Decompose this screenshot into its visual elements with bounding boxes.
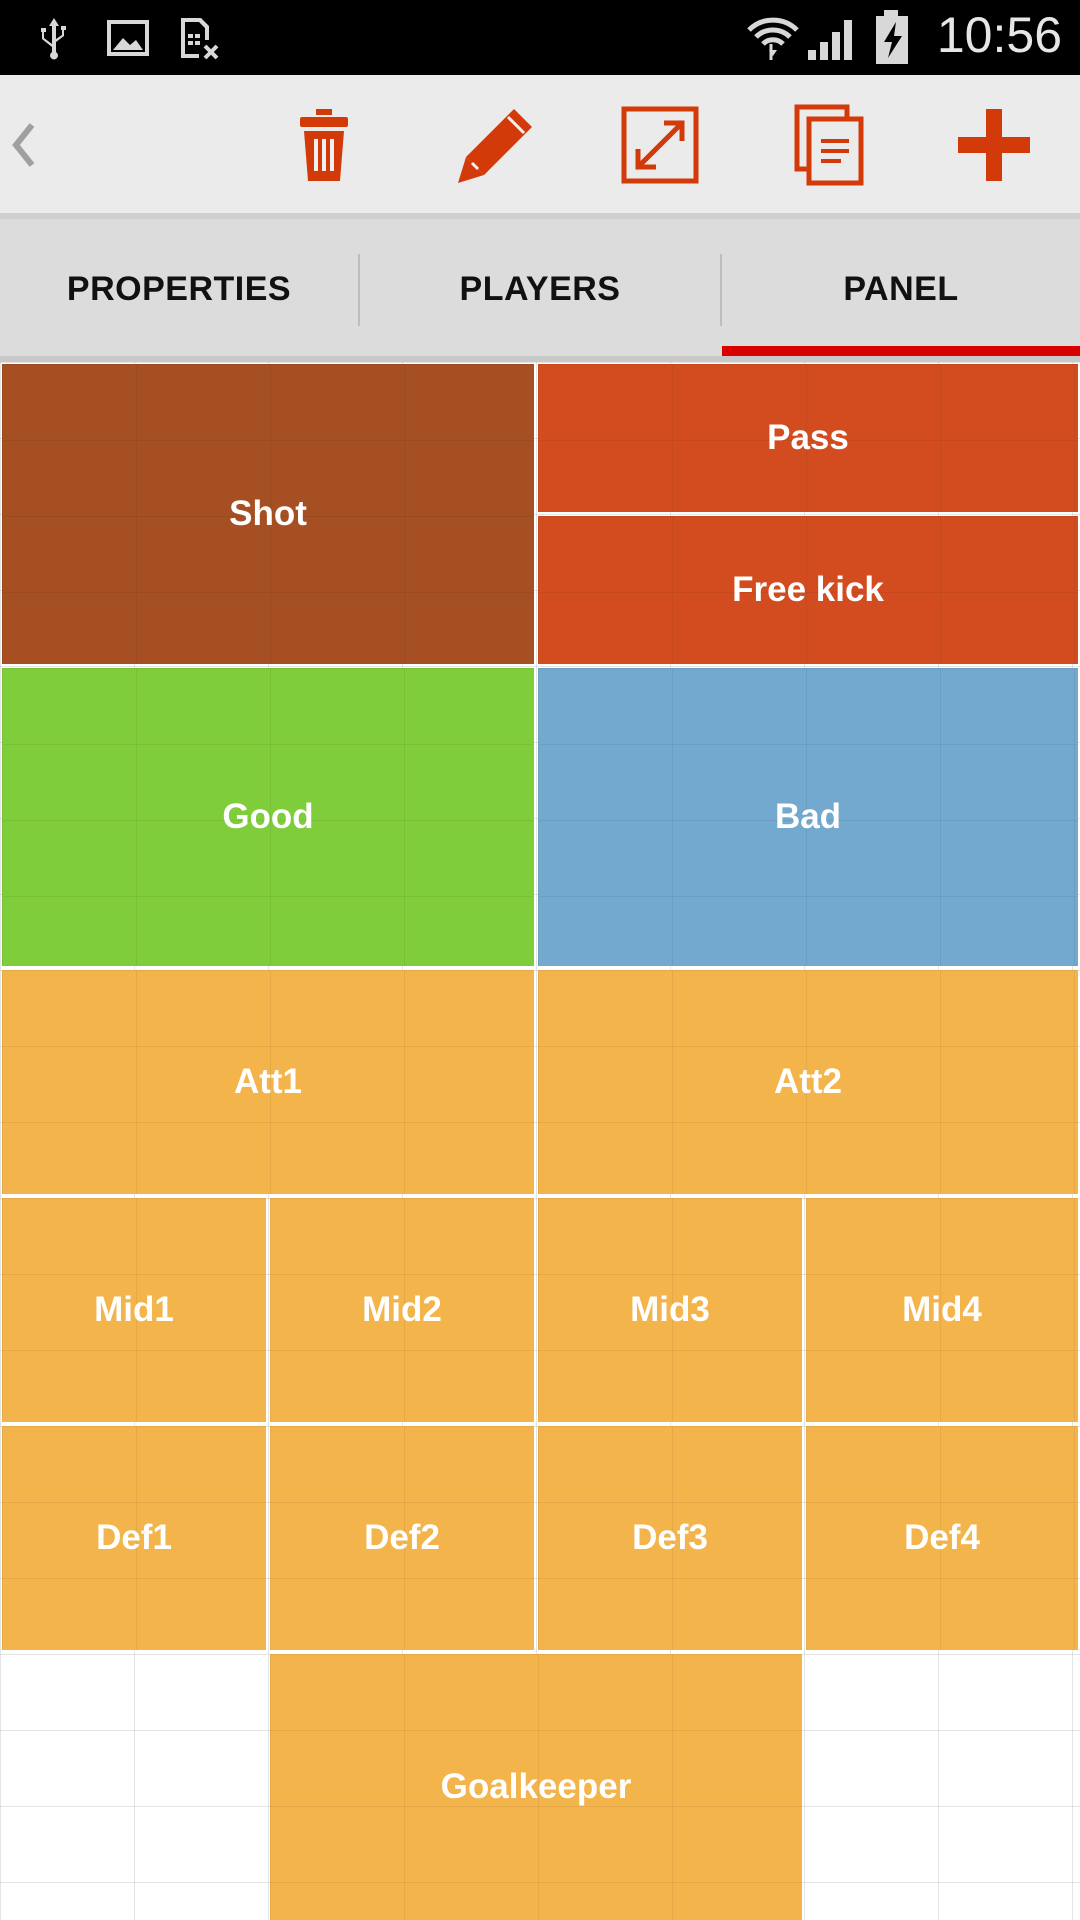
att1-button[interactable]: Att1 (2, 970, 534, 1194)
battery-charging-icon (876, 10, 908, 64)
tile-label: Att1 (233, 1062, 303, 1101)
shot-button[interactable]: Shot (2, 364, 534, 664)
copy-button[interactable] (777, 93, 881, 197)
mid3-button[interactable]: Mid3 (538, 1198, 802, 1422)
mid1-button[interactable]: Mid1 (2, 1198, 266, 1422)
tile-label: Def4 (904, 1518, 980, 1557)
delete-icon (300, 109, 348, 181)
tile-label: Mid4 (902, 1290, 982, 1329)
chevron-left-icon[interactable] (8, 115, 38, 175)
att2-button[interactable]: Att2 (538, 970, 1078, 1194)
tab-panel[interactable]: PANEL (722, 219, 1080, 359)
pass-button[interactable]: Pass (538, 364, 1078, 512)
mid4-button[interactable]: Mid4 (806, 1198, 1078, 1422)
tile-label: Pass (767, 418, 849, 457)
tab-bar: PROPERTIES PLAYERS PANEL (0, 219, 1080, 359)
signal-icon (808, 20, 852, 60)
tile-label: Goalkeeper (440, 1767, 632, 1806)
wifi-icon (747, 17, 799, 60)
tile-label: Mid2 (362, 1290, 442, 1329)
tab-label: PANEL (843, 269, 959, 308)
resize-icon (621, 106, 699, 184)
edit-button[interactable] (444, 93, 548, 197)
usb-icon (41, 18, 66, 60)
def1-button[interactable]: Def1 (2, 1426, 266, 1650)
goalkeeper-button[interactable]: Goalkeeper (270, 1654, 802, 1920)
action-toolbar (0, 75, 1080, 215)
tile-label: Free kick (732, 570, 884, 609)
resize-button[interactable] (608, 93, 712, 197)
tab-players[interactable]: PLAYERS (360, 219, 720, 359)
tile-label: Mid3 (630, 1290, 710, 1329)
tab-properties[interactable]: PROPERTIES (0, 219, 358, 359)
event-panel-grid: Shot Pass Free kick Good Bad Att1 Att2 M… (0, 362, 1080, 1920)
tile-label: Mid1 (94, 1290, 174, 1329)
def3-button[interactable]: Def3 (538, 1426, 802, 1650)
tile-label: Shot (229, 494, 307, 533)
bad-button[interactable]: Bad (538, 668, 1078, 966)
status-bar: 10:56 (0, 0, 1080, 75)
tile-label: Att2 (773, 1062, 843, 1101)
tile-label: Def2 (364, 1518, 440, 1557)
no-sim-icon (181, 18, 219, 60)
add-button[interactable] (942, 93, 1046, 197)
tile-label: Def1 (96, 1518, 172, 1557)
tile-label: Good (222, 797, 314, 836)
tab-label: PROPERTIES (66, 269, 292, 308)
free-kick-button[interactable]: Free kick (538, 516, 1078, 664)
mid2-button[interactable]: Mid2 (270, 1198, 534, 1422)
good-button[interactable]: Good (2, 668, 534, 966)
tile-label: Bad (774, 797, 842, 836)
def2-button[interactable]: Def2 (270, 1426, 534, 1650)
tab-label: PLAYERS (459, 269, 621, 308)
copy-icon (794, 104, 864, 186)
clock: 10:56 (936, 7, 1062, 63)
add-icon (958, 109, 1030, 181)
edit-pencil-icon (458, 109, 532, 183)
tile-label: Def3 (632, 1518, 708, 1557)
def4-button[interactable]: Def4 (806, 1426, 1078, 1650)
delete-button[interactable] (272, 93, 376, 197)
image-icon (107, 20, 149, 56)
